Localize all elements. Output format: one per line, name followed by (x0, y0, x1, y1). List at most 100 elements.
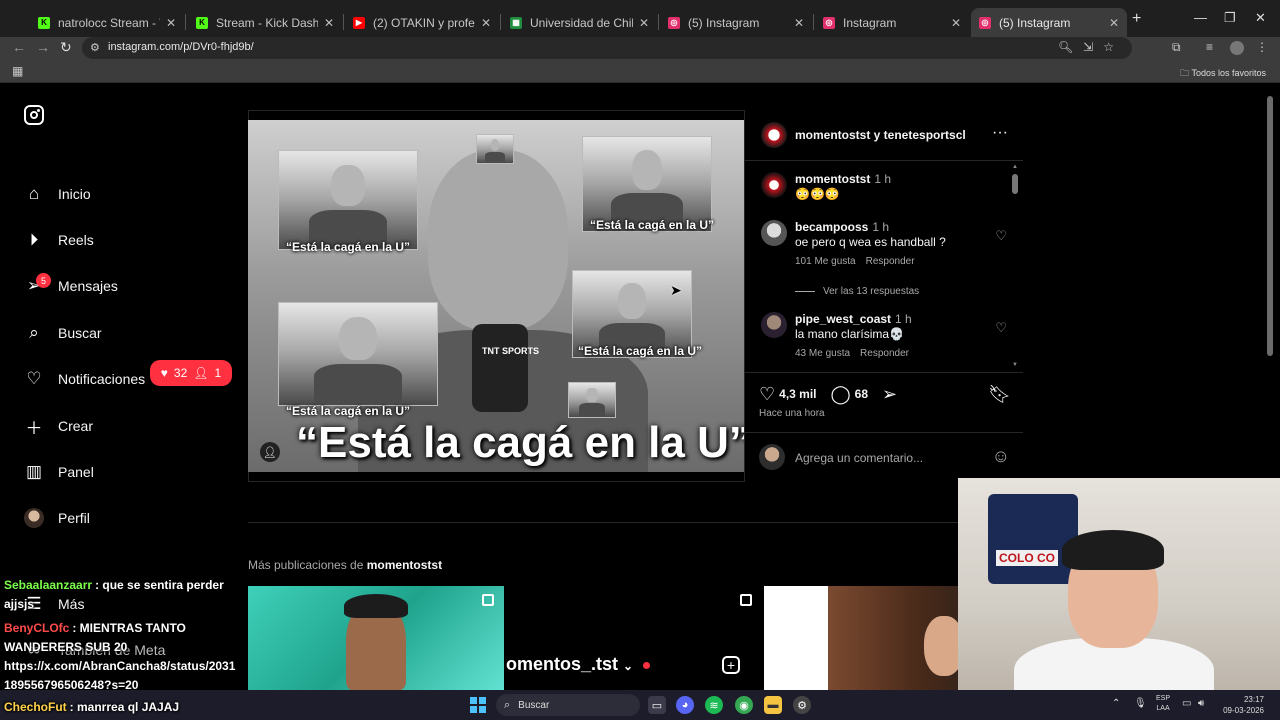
comment-user[interactable]: pipe_west_coast 1 h (795, 312, 912, 326)
like-comment-icon[interactable]: ♡ (995, 228, 1007, 244)
scroll-down-icon: ▼ (1012, 362, 1018, 368)
chevron-up-icon[interactable]: ⌃ (1112, 698, 1120, 709)
menu-dots-icon[interactable]: ⋮ (1256, 40, 1268, 54)
minimize-icon[interactable]: — (1194, 10, 1207, 25)
close-icon[interactable]: ✕ (166, 16, 176, 30)
comments-scrollbar[interactable]: ▲ ▼ (1012, 164, 1018, 368)
omnibox-actions[interactable]: 🔍︎⇲☆ (1058, 40, 1124, 54)
comment-likes[interactable]: 101 Me gusta (795, 256, 856, 267)
forward-icon[interactable]: → (36, 39, 50, 55)
close-icon[interactable]: ✕ (324, 16, 334, 30)
close-icon[interactable]: ✕ (1109, 16, 1119, 30)
chat-text: : MIENTRAS TANTO (72, 621, 186, 635)
mic-icon[interactable]: 🎙︎ (1134, 698, 1147, 709)
like-comment-icon[interactable]: ♡ (995, 320, 1007, 336)
heart-icon: ♡ (26, 369, 42, 388)
share-icon[interactable]: ➢ (882, 384, 897, 405)
chat-text: WANDERERS SUB 20 (4, 640, 128, 654)
discord-icon[interactable]: ◕ (676, 696, 694, 714)
comment-user[interactable]: becampooss 1 h (795, 220, 889, 234)
close-icon[interactable]: ✕ (481, 16, 491, 30)
sidebar-item-crear[interactable]: ＋ Crear (24, 411, 94, 441)
username[interactable]: pipe_west_coast (795, 312, 891, 326)
lang-top: ESP (1156, 695, 1171, 702)
like-count[interactable]: 4,3 mil (779, 387, 816, 401)
more-posts-user[interactable]: momentostst (367, 558, 442, 572)
tab-1[interactable]: K Stream - Kick Dashboard ✕ (188, 8, 342, 37)
emoji-icon[interactable]: ☺ (992, 446, 1010, 467)
main-face (428, 150, 568, 330)
view-replies-button[interactable]: Ver las 13 respuestas (795, 286, 919, 297)
reply-button[interactable]: Responder (860, 348, 909, 359)
restore-icon[interactable]: ❐ (1224, 10, 1236, 26)
sidebar-item-perfil[interactable]: Perfil (24, 503, 90, 533)
post-actions: ♡ 4,3 mil ◯ 68 ➢ 🔖︎ (759, 382, 1011, 406)
bookmark-star-icon: ☆ (1103, 40, 1124, 54)
caption-user[interactable]: momentostst 1 h (795, 172, 891, 186)
tab-5[interactable]: ◎ Instagram ✕ (815, 8, 969, 37)
new-tab-button[interactable]: + (1132, 10, 1141, 28)
post-authors[interactable]: momentostst y tenetesportscl (795, 128, 966, 142)
comment-icon[interactable]: ◯ (831, 384, 851, 405)
author-avatar[interactable] (761, 122, 787, 148)
post-thumbnail[interactable] (248, 586, 504, 690)
close-window-icon[interactable]: ✕ (1255, 10, 1266, 26)
settings-gear-icon[interactable]: ⚙ (793, 696, 811, 714)
tab-0[interactable]: K natrolocc Stream - Watch Live ✕ (30, 8, 184, 37)
chrome-icon[interactable]: ◉ (735, 696, 753, 714)
tagged-users-icon[interactable]: 👤︎ (260, 442, 280, 462)
reload-icon[interactable]: ↻ (60, 39, 72, 56)
tab-2[interactable]: ▶ (2) OTAKIN y profesor Klocker ✕ (345, 8, 499, 37)
sidebar-item-buscar[interactable]: ⌕ Buscar (24, 318, 101, 348)
tab-4[interactable]: ◎ (5) Instagram ✕ (660, 8, 812, 37)
network-icon[interactable]: ▭ (1182, 698, 1191, 709)
file-explorer-icon[interactable]: ▬ (764, 696, 782, 714)
reply-button[interactable]: Responder (866, 256, 915, 267)
taskbar-search[interactable]: ⌕ Buscar (496, 694, 640, 716)
language-indicator[interactable]: ESP LAA (1156, 694, 1170, 714)
avatar[interactable] (761, 172, 787, 198)
apps-grid-icon[interactable]: ▦ (12, 64, 23, 78)
media-icon[interactable]: ≡ (1206, 40, 1213, 54)
instagram-logo-icon[interactable] (24, 105, 44, 125)
site-info-icon[interactable]: ⚙ (90, 41, 100, 54)
like-icon[interactable]: ♡ (759, 384, 775, 405)
notifications-pill[interactable]: ♥ 32 👤︎ 1 (150, 360, 232, 386)
spotify-icon[interactable]: ≋ (705, 696, 723, 714)
sidebar-item-reels[interactable]: ⏵ Reels (24, 225, 94, 255)
meme-caption: “Está la cagá en la U” (590, 218, 715, 232)
windows-start-icon[interactable] (470, 697, 486, 713)
avatar[interactable] (761, 220, 787, 246)
profile-avatar[interactable] (1230, 41, 1244, 55)
add-comment-input[interactable] (795, 450, 975, 466)
tab-3[interactable]: ▦ Universidad de Chile vs Univer ✕ (502, 8, 657, 37)
url-text[interactable]: instagram.com/p/DVr0-fhjd9b/ (108, 41, 254, 53)
sidebar-item-panel[interactable]: ▥ Panel (24, 457, 94, 487)
task-view-icon[interactable]: ▭ (648, 696, 666, 714)
sidebar-item-notificaciones[interactable]: ♡ Notificaciones (24, 364, 145, 394)
close-icon[interactable]: ✕ (951, 16, 961, 30)
all-bookmarks-folder[interactable]: 🗀 Todos los favoritos (1180, 66, 1266, 82)
sidebar-item-inicio[interactable]: ⌂ Inicio (24, 179, 91, 209)
username[interactable]: becampooss (795, 220, 868, 234)
close-icon[interactable]: ✕ (794, 16, 804, 30)
close-icon[interactable]: ✕ (639, 16, 649, 30)
comment-likes[interactable]: 43 Me gusta (795, 348, 850, 359)
username[interactable]: momentostst (795, 172, 870, 186)
save-bookmark-icon[interactable]: 🔖︎ (988, 384, 1011, 405)
microphone (472, 324, 528, 412)
main-caption-overlay: “Está la cagá en la U” (296, 418, 744, 467)
page-scrollbar[interactable] (1266, 90, 1274, 470)
back-icon[interactable]: ← (12, 39, 26, 55)
volume-icon[interactable]: 🔊︎ (1198, 698, 1204, 709)
post-thumbnail[interactable]: omentos_.tst ⌄ + (506, 586, 762, 690)
tab-6[interactable]: ◎ (5) Instagram ✕ (971, 8, 1127, 37)
more-options-icon[interactable]: ··· (992, 124, 1008, 142)
extensions-icon[interactable]: ⧉ (1172, 40, 1181, 55)
address-bar[interactable]: ⚙ instagram.com/p/DVr0-fhjd9b/ 🔍︎⇲☆ (82, 37, 1132, 59)
avatar[interactable] (761, 312, 787, 338)
clock[interactable]: 23:17 09-03-2026 (1220, 694, 1264, 716)
search-icon: ⌕ (29, 323, 39, 342)
tab-title: (5) Instagram (688, 15, 760, 30)
home-icon: ⌂ (28, 184, 40, 203)
